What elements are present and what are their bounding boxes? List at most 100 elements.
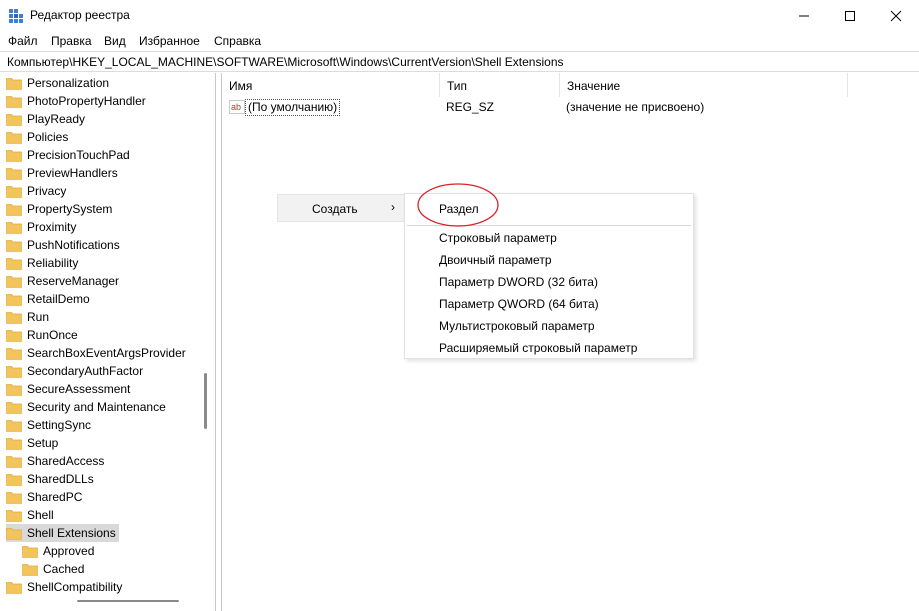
folder-icon bbox=[6, 401, 22, 414]
tree-item[interactable]: ReserveManager bbox=[6, 272, 119, 290]
tree-item[interactable]: Shell Extensions bbox=[6, 524, 119, 542]
create-menu-item[interactable]: Создать › bbox=[278, 195, 404, 221]
minimize-icon bbox=[799, 15, 809, 16]
value-type: REG_SZ bbox=[446, 100, 495, 114]
column-header-value[interactable]: Значение bbox=[560, 73, 848, 97]
tree-item[interactable]: SecureAssessment bbox=[6, 380, 130, 398]
folder-icon bbox=[6, 167, 22, 180]
close-button[interactable] bbox=[873, 0, 919, 31]
tree-item[interactable]: Privacy bbox=[6, 182, 66, 200]
tree-item[interactable]: Security and Maintenance bbox=[6, 398, 166, 416]
submenu-item-multistring-value[interactable]: Мультистроковый параметр bbox=[439, 319, 595, 333]
menu-bar: Файл Правка Вид Избранное Справка bbox=[0, 31, 919, 51]
menu-edit[interactable]: Правка bbox=[51, 34, 92, 48]
folder-icon bbox=[6, 203, 22, 216]
address-bar[interactable]: Компьютер\HKEY_LOCAL_MACHINE\SOFTWARE\Mi… bbox=[0, 51, 919, 72]
tree-item[interactable]: SharedDLLs bbox=[6, 470, 94, 488]
tree-child-item[interactable]: Approved bbox=[22, 542, 94, 560]
tree-item[interactable]: Proximity bbox=[6, 218, 76, 236]
tree-item-label: Shell Extensions bbox=[27, 526, 116, 540]
folder-icon bbox=[6, 257, 22, 270]
tree-item-label: Reliability bbox=[27, 256, 79, 270]
tree-item-label: SharedDLLs bbox=[27, 472, 94, 486]
folder-icon bbox=[6, 113, 22, 126]
tree-item-label: SettingSync bbox=[27, 418, 92, 432]
window-title: Редактор реестра bbox=[30, 8, 130, 22]
tree-horizontal-scrollbar[interactable] bbox=[77, 600, 179, 602]
tree-item[interactable]: Personalization bbox=[6, 74, 109, 92]
folder-icon bbox=[6, 149, 22, 162]
tree-vertical-scrollbar[interactable] bbox=[204, 373, 207, 429]
address-path: Компьютер\HKEY_LOCAL_MACHINE\SOFTWARE\Mi… bbox=[7, 55, 564, 69]
value-data: (значение не присвоено) bbox=[566, 100, 705, 114]
tree-item[interactable]: RetailDemo bbox=[6, 290, 90, 308]
menu-help[interactable]: Справка bbox=[214, 34, 261, 48]
folder-icon bbox=[6, 185, 22, 198]
tree-item[interactable]: Reliability bbox=[6, 254, 78, 272]
tree-item-label: Proximity bbox=[27, 220, 77, 234]
tree-item[interactable]: SecondaryAuthFactor bbox=[6, 362, 143, 380]
tree-item[interactable]: RunOnce bbox=[6, 326, 78, 344]
tree-item[interactable]: Policies bbox=[6, 128, 68, 146]
tree-item[interactable]: SharedAccess bbox=[6, 452, 104, 470]
folder-icon bbox=[6, 383, 22, 396]
tree-item-label: Approved bbox=[43, 544, 95, 558]
tree-item-label: PlayReady bbox=[27, 112, 86, 126]
folder-icon bbox=[22, 563, 38, 576]
tree-item[interactable]: Shell bbox=[6, 506, 54, 524]
tree-item[interactable]: PrecisionTouchPad bbox=[6, 146, 130, 164]
tree-item[interactable]: Setup bbox=[6, 434, 58, 452]
submenu-item-qword-value[interactable]: Параметр QWORD (64 бита) bbox=[439, 297, 599, 311]
tree-item-label: SecureAssessment bbox=[27, 382, 131, 396]
submenu-item-expandable-string-value[interactable]: Расширяемый строковый параметр bbox=[439, 341, 637, 355]
folder-icon bbox=[6, 419, 22, 432]
string-value-icon: ab bbox=[229, 100, 245, 114]
tree-item[interactable]: SettingSync bbox=[6, 416, 91, 434]
menu-view[interactable]: Вид bbox=[104, 34, 126, 48]
submenu-item-binary-value[interactable]: Двоичный параметр bbox=[439, 253, 552, 267]
menu-favorites[interactable]: Избранное bbox=[139, 34, 200, 48]
tree-item-label: SharedAccess bbox=[27, 454, 105, 468]
tree-item-label: Setup bbox=[27, 436, 59, 450]
column-divider[interactable] bbox=[847, 73, 848, 97]
tree-item-label: ReserveManager bbox=[27, 274, 120, 288]
folder-icon bbox=[6, 581, 22, 594]
tree-item-label: SharedPC bbox=[27, 490, 83, 504]
minimize-button[interactable] bbox=[781, 0, 827, 31]
highlight-circle bbox=[417, 183, 499, 227]
folder-icon bbox=[6, 437, 22, 450]
column-header-type-label: Тип bbox=[447, 79, 468, 93]
tree-item[interactable]: PhotoPropertyHandler bbox=[6, 92, 146, 110]
folder-icon bbox=[6, 455, 22, 468]
maximize-icon bbox=[845, 10, 855, 21]
tree-item[interactable]: PushNotifications bbox=[6, 236, 120, 254]
menu-file[interactable]: Файл bbox=[8, 34, 38, 48]
tree-item-label: RunOnce bbox=[27, 328, 78, 342]
folder-icon bbox=[6, 347, 22, 360]
tree-item-label: Privacy bbox=[27, 184, 67, 198]
tree-child-item[interactable]: Cached bbox=[22, 560, 84, 578]
folder-icon bbox=[6, 239, 22, 252]
key-tree[interactable]: Personalization PhotoPropertyHandler PlayR… bbox=[0, 73, 216, 611]
tree-item[interactable]: PropertySystem bbox=[6, 200, 112, 218]
tree-item[interactable]: SharedPC bbox=[6, 488, 82, 506]
svg-text:ab: ab bbox=[231, 102, 241, 112]
folder-icon bbox=[6, 275, 22, 288]
tree-item-label: RetailDemo bbox=[27, 292, 90, 306]
folder-icon bbox=[6, 95, 22, 108]
column-header-name[interactable]: Имя bbox=[222, 73, 440, 97]
tree-item[interactable]: SearchBoxEventArgsProvider bbox=[6, 344, 186, 362]
submenu-item-dword-value[interactable]: Параметр DWORD (32 бита) bbox=[439, 275, 598, 289]
submenu-item-string-value[interactable]: Строковый параметр bbox=[439, 231, 557, 245]
column-header-type[interactable]: Тип bbox=[440, 73, 560, 97]
tree-item-label: SearchBoxEventArgsProvider bbox=[27, 346, 186, 360]
maximize-button[interactable] bbox=[827, 0, 873, 31]
tree-item[interactable]: PreviewHandlers bbox=[6, 164, 118, 182]
tree-item-label: PropertySystem bbox=[27, 202, 113, 216]
tree-item[interactable]: PlayReady bbox=[6, 110, 85, 128]
tree-item[interactable]: ShellCompatibility bbox=[6, 578, 122, 596]
tree-item-label: Cached bbox=[43, 562, 85, 576]
folder-icon bbox=[6, 131, 22, 144]
tree-item[interactable]: Run bbox=[6, 308, 49, 326]
tree-item-label: PreviewHandlers bbox=[27, 166, 118, 180]
